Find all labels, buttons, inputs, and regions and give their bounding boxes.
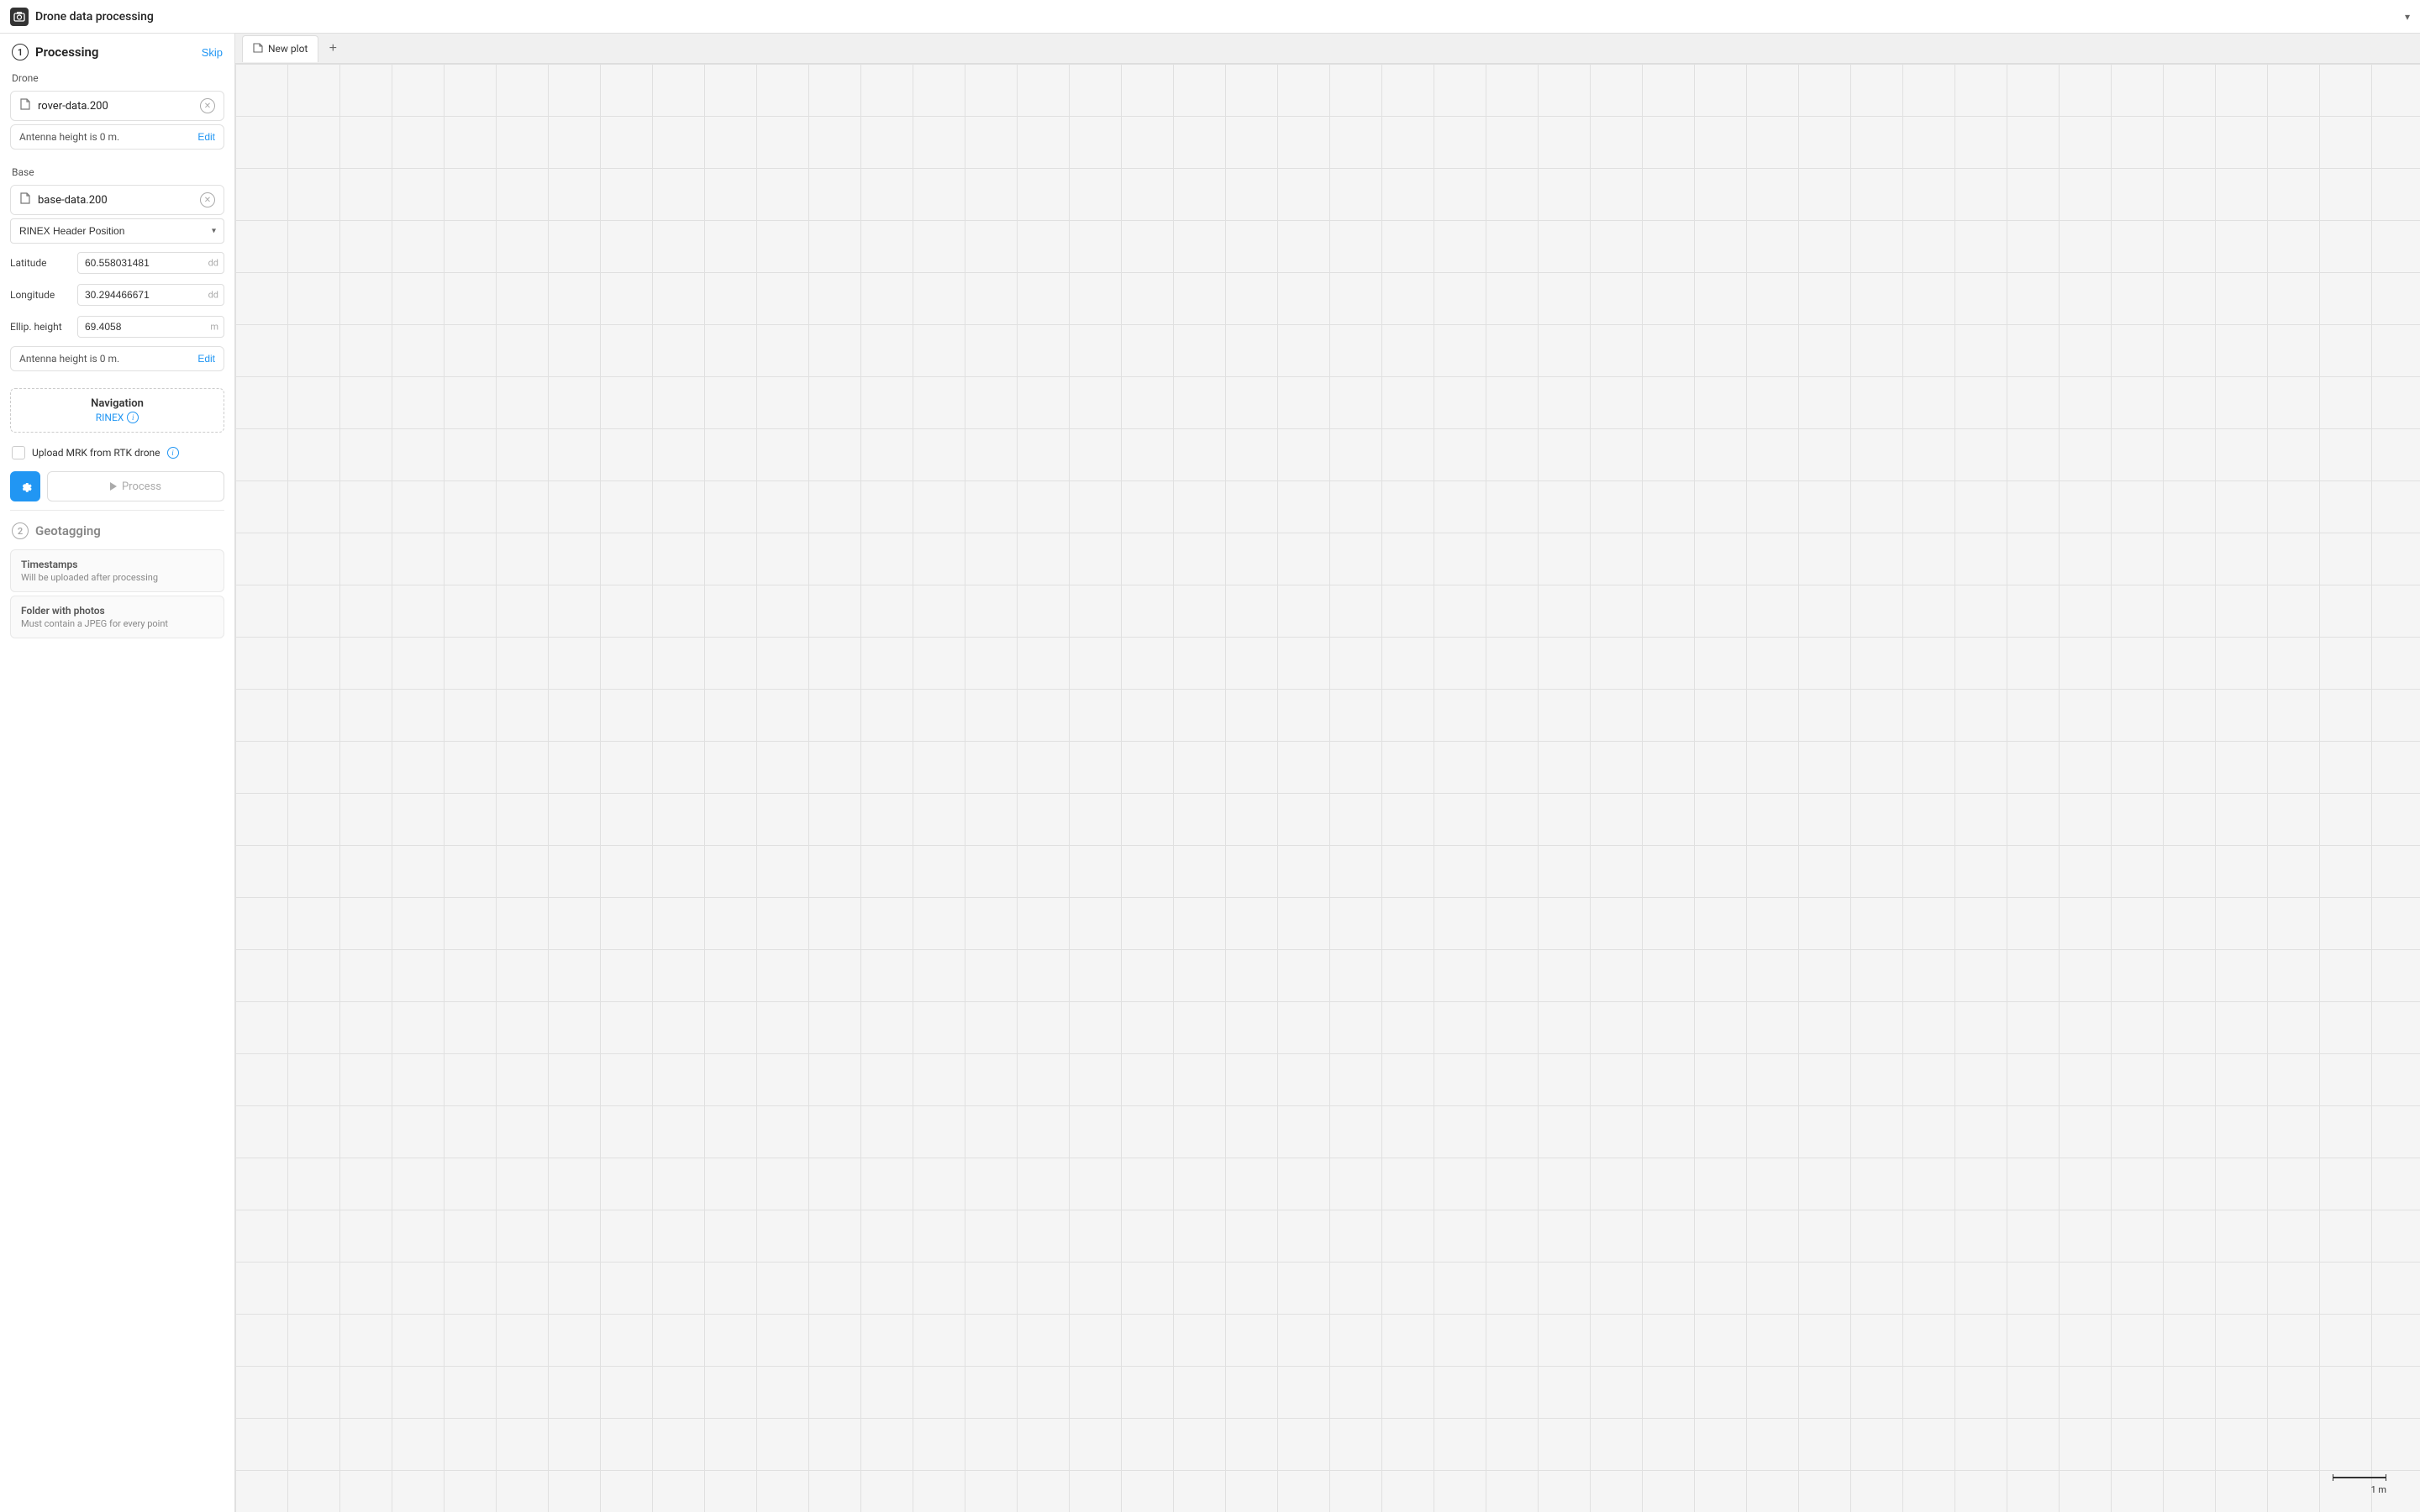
folder-box: Folder with photos Must contain a JPEG f… — [10, 596, 224, 638]
sidebar: 1 Processing Skip Drone rover-data.200 ✕… — [0, 34, 235, 1512]
drone-file-close-button[interactable]: ✕ — [200, 98, 215, 113]
tab-plot-icon — [253, 42, 263, 55]
latitude-unit: dd — [208, 258, 218, 269]
drone-antenna-info: Antenna height is 0 m. Edit — [10, 124, 224, 150]
navigation-info-icon[interactable]: i — [127, 412, 139, 423]
scale-middle-line — [2333, 1477, 2386, 1478]
timestamps-subtitle: Will be uploaded after processing — [21, 572, 213, 583]
add-tab-button[interactable]: + — [322, 38, 344, 60]
scale-label: 1 m — [2370, 1484, 2386, 1495]
gear-icon — [18, 479, 33, 494]
latitude-input-wrap: dd — [77, 252, 224, 274]
drone-label: Drone — [0, 67, 234, 87]
process-label: Process — [122, 480, 161, 493]
ellip-height-row: Ellip. height m — [0, 311, 234, 343]
base-antenna-text: Antenna height is 0 m. — [19, 353, 119, 365]
base-antenna-edit-button[interactable]: Edit — [197, 353, 215, 365]
process-row: Process — [0, 466, 234, 507]
longitude-unit: dd — [208, 290, 218, 301]
step1-title: Processing — [35, 45, 195, 60]
geotagging-section-header: 2 Geotagging — [0, 514, 234, 546]
position-dropdown[interactable]: RINEX Header Position — [10, 218, 224, 244]
step2-number: 2 — [12, 522, 29, 539]
timestamps-box: Timestamps Will be uploaded after proces… — [10, 549, 224, 592]
step2-title: Geotagging — [35, 523, 101, 538]
top-bar: Drone data processing ▾ — [0, 0, 2420, 34]
latitude-input[interactable] — [77, 252, 224, 274]
tab-label: New plot — [268, 43, 308, 55]
tab-new-plot[interactable]: New plot — [242, 35, 318, 62]
section-divider — [10, 510, 224, 511]
play-icon — [110, 482, 117, 491]
skip-button[interactable]: Skip — [202, 46, 223, 59]
navigation-title: Navigation — [19, 397, 215, 410]
base-file-name: base-data.200 — [38, 194, 193, 207]
latitude-label: Latitude — [10, 257, 71, 269]
drone-antenna-text: Antenna height is 0 m. — [19, 131, 119, 143]
gear-button[interactable] — [10, 471, 40, 501]
folder-subtitle: Must contain a JPEG for every point — [21, 618, 213, 629]
ellip-height-label: Ellip. height — [10, 321, 71, 333]
scale-line — [2333, 1474, 2386, 1481]
upload-mrk-checkbox[interactable] — [12, 446, 25, 459]
base-antenna-info: Antenna height is 0 m. Edit — [10, 346, 224, 371]
drone-file-item: rover-data.200 ✕ — [10, 91, 224, 121]
upload-mrk-row: Upload MRK from RTK drone i — [0, 439, 234, 466]
drone-antenna-edit-button[interactable]: Edit — [197, 131, 215, 143]
processing-section-header: 1 Processing Skip — [0, 34, 234, 67]
navigation-subtitle: RINEX i — [19, 412, 215, 423]
grid-canvas: 1 m — [235, 64, 2420, 1512]
ellip-height-input[interactable] — [77, 316, 224, 338]
upload-mrk-label: Upload MRK from RTK drone — [32, 447, 160, 459]
app-icon — [10, 8, 29, 26]
drone-file-name: rover-data.200 — [38, 100, 193, 113]
scale-bar: 1 m — [2333, 1474, 2386, 1495]
base-file-icon — [19, 192, 31, 208]
step1-number: 1 — [12, 44, 29, 60]
upload-mrk-info-icon[interactable]: i — [167, 447, 179, 459]
drone-file-icon — [19, 97, 31, 114]
main-layout: 1 Processing Skip Drone rover-data.200 ✕… — [0, 34, 2420, 1512]
navigation-box: Navigation RINEX i — [10, 388, 224, 433]
timestamps-title: Timestamps — [21, 559, 213, 570]
longitude-row: Longitude dd — [0, 279, 234, 311]
longitude-label: Longitude — [10, 289, 71, 301]
position-dropdown-wrap: RINEX Header Position ▾ — [10, 218, 224, 244]
base-file-close-button[interactable]: ✕ — [200, 192, 215, 207]
longitude-input[interactable] — [77, 284, 224, 306]
process-button[interactable]: Process — [47, 471, 224, 501]
folder-title: Folder with photos — [21, 605, 213, 617]
tab-bar: New plot + — [235, 34, 2420, 64]
latitude-row: Latitude dd — [0, 247, 234, 279]
base-file-item: base-data.200 ✕ — [10, 185, 224, 215]
content-area: New plot + 1 m — [235, 34, 2420, 1512]
ellip-height-input-wrap: m — [77, 316, 224, 338]
chevron-down-icon[interactable]: ▾ — [2405, 11, 2410, 23]
ellip-height-unit: m — [210, 322, 218, 333]
app-title: Drone data processing — [35, 10, 2398, 24]
longitude-input-wrap: dd — [77, 284, 224, 306]
base-label: Base — [0, 161, 234, 181]
